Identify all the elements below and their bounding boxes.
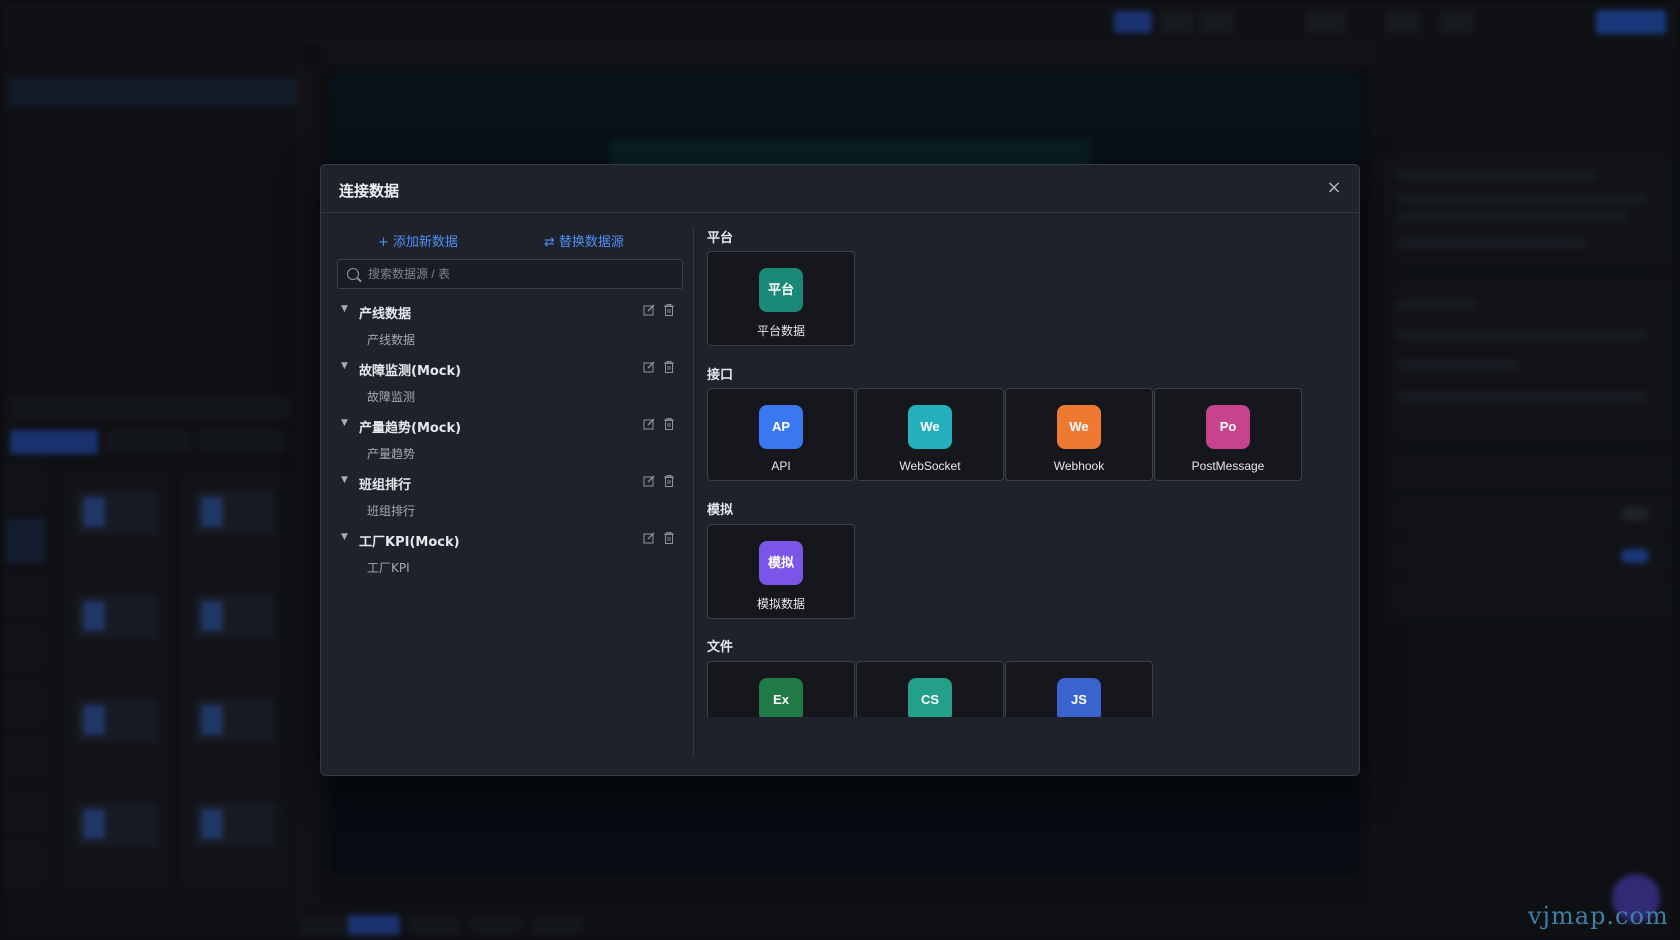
tree-group[interactable]: ▼ 产量趋势(Mock) xyxy=(337,411,683,439)
caret-down-icon[interactable]: ▼ xyxy=(341,304,348,314)
plus-icon: + xyxy=(378,235,389,250)
section-title-interface: 接口 xyxy=(707,368,734,383)
tree-leaf[interactable]: 产线数据 xyxy=(337,325,683,354)
tree-group-label: 故障监测(Mock) xyxy=(359,364,462,379)
swap-icon: ⇄ xyxy=(544,235,555,250)
section-title-platform: 平台 xyxy=(707,231,734,246)
caret-down-icon[interactable]: ▼ xyxy=(341,475,348,485)
trash-icon[interactable] xyxy=(663,474,675,488)
source-card-file[interactable]: ExExcel xyxy=(707,661,855,717)
datasource-panel: +添加新数据 ⇄替换数据源 ▼产线数据产线数据▼故障监测(Mock)故障监测▼产… xyxy=(337,227,683,757)
source-card-file[interactable]: JSJSON xyxy=(1005,661,1153,717)
app-root: 连接数据 × +添加新数据 ⇄替换数据源 ▼产线数据产线数据▼故障监测(Mock… xyxy=(0,0,1680,940)
source-type-icon: We xyxy=(908,405,952,449)
tree-group-label: 班组排行 xyxy=(359,478,412,493)
source-card-interface[interactable]: We Webhook xyxy=(1005,388,1153,481)
source-card-interface[interactable]: We WebSocket xyxy=(856,388,1004,481)
edit-icon[interactable] xyxy=(643,418,655,430)
trash-icon[interactable] xyxy=(663,417,675,431)
source-type-icon: AP xyxy=(759,405,803,449)
tree-group[interactable]: ▼ 故障监测(Mock) xyxy=(337,354,683,382)
connect-data-dialog: 连接数据 × +添加新数据 ⇄替换数据源 ▼产线数据产线数据▼故障监测(Mock… xyxy=(320,164,1360,776)
caret-down-icon[interactable]: ▼ xyxy=(341,532,348,542)
edit-icon[interactable] xyxy=(643,361,655,373)
source-card-label: 平台数据 xyxy=(756,324,805,338)
edit-icon[interactable] xyxy=(643,304,655,316)
source-type-icon: We xyxy=(1057,405,1101,449)
datasource-search-input[interactable] xyxy=(368,264,668,284)
source-type-icon: 平台 xyxy=(759,268,803,312)
caret-down-icon[interactable]: ▼ xyxy=(341,418,348,428)
caret-down-icon[interactable]: ▼ xyxy=(341,361,348,371)
source-card-interface[interactable]: AP API xyxy=(707,388,855,481)
edit-icon[interactable] xyxy=(643,532,655,544)
watermark: vjmap.com xyxy=(1528,902,1669,930)
tree-leaf[interactable]: 产量趋势 xyxy=(337,439,683,468)
edit-icon[interactable] xyxy=(643,475,655,487)
tree-group-label: 工厂KPI(Mock) xyxy=(359,535,460,550)
source-card-label: API xyxy=(771,459,791,473)
datasource-actions: + 添加新数据 ⇄ 替换数据源 xyxy=(337,227,683,253)
search-icon xyxy=(347,268,359,280)
add-data-label: 添加新数据 xyxy=(392,235,458,250)
datasource-tree: ▼ 产线数据 产线数据 ▼ 故障监测(Mock) 故障监测 ▼ 产量趋势(Mock) 产量趋势 ▼… xyxy=(337,297,683,582)
tree-leaf-label: 产量趋势 xyxy=(367,447,416,461)
source-type-icon: 模拟 xyxy=(759,541,803,585)
panel-divider xyxy=(693,227,694,757)
source-type-icon: Ex xyxy=(759,678,803,717)
source-card-label: WebSocket xyxy=(899,459,961,473)
replace-datasource-label: 替换数据源 xyxy=(558,235,624,250)
tree-leaf-label: 故障监测 xyxy=(367,390,416,404)
trash-icon[interactable] xyxy=(663,360,675,374)
tree-leaf-label: 工厂KPI xyxy=(367,561,410,575)
section-title-mock: 模拟 xyxy=(707,503,734,518)
tree-group-label: 产线数据 xyxy=(359,307,412,322)
tree-leaf-label: 班组排行 xyxy=(367,504,416,518)
dialog-header: 连接数据 × xyxy=(321,165,1359,213)
tree-leaf[interactable]: 故障监测 xyxy=(337,382,683,411)
tree-group-label: 产量趋势(Mock) xyxy=(359,421,462,436)
section-title-file: 文件 xyxy=(707,640,734,655)
source-type-icon: CS xyxy=(908,678,952,717)
replace-datasource-button[interactable]: ⇄ 替换数据源 xyxy=(544,231,624,250)
source-card-file[interactable]: CSCSV xyxy=(856,661,1004,717)
tree-group[interactable]: ▼ 产线数据 xyxy=(337,297,683,325)
tree-leaf[interactable]: 工厂KPI xyxy=(337,553,683,582)
source-type-icon: JS xyxy=(1057,678,1101,717)
datasource-search xyxy=(337,259,683,289)
trash-icon[interactable] xyxy=(663,303,675,317)
source-card-label: PostMessage xyxy=(1191,459,1265,473)
source-card-interface[interactable]: Po PostMessage xyxy=(1154,388,1302,481)
close-icon[interactable]: × xyxy=(1323,177,1345,199)
source-card-mock[interactable]: 模拟 模拟数据 xyxy=(707,524,855,619)
tree-leaf-label: 产线数据 xyxy=(367,333,416,347)
source-card-platform[interactable]: 平台 平台数据 xyxy=(707,251,855,346)
source-type-icon: Po xyxy=(1206,405,1250,449)
source-card-label: 模拟数据 xyxy=(756,597,805,611)
tree-group[interactable]: ▼ 班组排行 xyxy=(337,468,683,496)
tree-leaf[interactable]: 班组排行 xyxy=(337,496,683,525)
dialog-title: 连接数据 xyxy=(339,182,400,200)
add-data-button[interactable]: + 添加新数据 xyxy=(378,231,458,250)
source-type-panel: 平台 接口 模拟 文件 平台平台数据 AP API We WebSocket We Webh… xyxy=(707,227,1347,717)
trash-icon[interactable] xyxy=(663,531,675,545)
source-card-label: Webhook xyxy=(1053,459,1105,473)
tree-group[interactable]: ▼ 工厂KPI(Mock) xyxy=(337,525,683,553)
